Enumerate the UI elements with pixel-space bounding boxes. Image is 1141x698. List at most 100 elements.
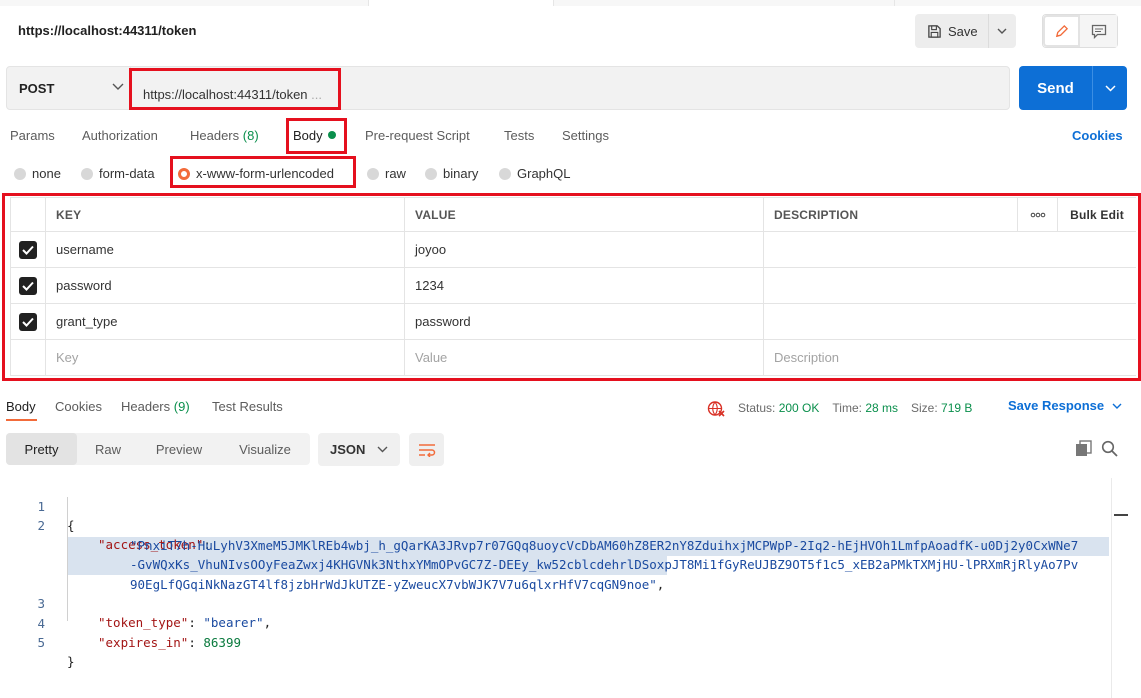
key-cell[interactable]: password — [46, 268, 405, 303]
value-placeholder: Value — [415, 350, 448, 365]
value-cell[interactable]: password — [405, 304, 764, 339]
value-cell[interactable]: joyoo — [405, 232, 764, 267]
size-label: Size: — [911, 401, 938, 415]
radio-circle-selected — [178, 167, 190, 180]
row-checkbox-cell — [10, 304, 46, 339]
json-string: 90EgLfQGqiNkNazGT4lf8jzbHrWdJkUTZE-yZweu… — [130, 577, 657, 592]
tab-headers[interactable]: Headers (8) — [190, 128, 259, 143]
tab-params[interactable]: Params — [10, 128, 55, 143]
view-tab-preview[interactable]: Preview — [140, 433, 218, 465]
json-string: -GvWQxKs_VhuNIvsOOyFeaZwxj4KHGVNk3NthxYM… — [130, 557, 1079, 572]
table-row: grant_type password — [10, 304, 1136, 340]
description-placeholder: Description — [774, 350, 840, 365]
tab-body-label: Body — [293, 128, 323, 143]
wrap-lines-icon — [418, 443, 435, 457]
response-tab-test-results[interactable]: Test Results — [212, 399, 283, 414]
cookies-link[interactable]: Cookies — [1072, 128, 1123, 143]
more-options-button[interactable] — [1018, 198, 1058, 231]
row-checkbox[interactable] — [19, 312, 37, 331]
tab-authorization[interactable]: Authorization — [82, 128, 158, 143]
format-select[interactable]: JSON — [318, 433, 400, 466]
url-value: https://localhost:44311/token — [143, 87, 308, 102]
request-title[interactable]: https://localhost:44311/token — [18, 23, 196, 38]
params-table: KEY VALUE DESCRIPTION Bulk Edit username… — [10, 197, 1136, 376]
status-value[interactable]: 200 OK — [779, 401, 820, 415]
row-checkbox[interactable] — [19, 276, 37, 295]
key-cell[interactable]: username — [46, 232, 405, 267]
time-value[interactable]: 28 ms — [865, 401, 898, 415]
editor-scrollbar[interactable] — [1111, 478, 1129, 698]
top-tab-strip — [0, 0, 1141, 6]
radio-circle — [367, 167, 379, 180]
edit-mode-button[interactable] — [1043, 15, 1081, 47]
status-label: Status: — [738, 401, 776, 415]
bulk-edit-button[interactable]: Bulk Edit — [1058, 198, 1136, 231]
chevron-down-icon — [1112, 403, 1122, 409]
save-label: Save — [948, 23, 978, 39]
radio-binary-label: binary — [443, 166, 479, 181]
url-input[interactable]: https://localhost:44311/token ... — [143, 87, 322, 102]
send-button-group: Send — [1019, 66, 1127, 110]
method-select[interactable]: POST — [7, 67, 131, 109]
key-cell[interactable]: grant_type — [46, 304, 405, 339]
request-bar: POST https://localhost:44311/token ... — [6, 66, 1010, 110]
column-header-description: DESCRIPTION — [764, 198, 1018, 231]
value-cell[interactable]: 1234 — [405, 268, 764, 303]
row-checkbox-cell — [10, 268, 46, 303]
radio-raw[interactable]: raw — [367, 166, 406, 181]
json-number: 86399 — [203, 635, 242, 650]
description-cell[interactable] — [764, 304, 1136, 339]
url-ellipsis: ... — [311, 87, 323, 102]
size-value[interactable]: 719 B — [941, 401, 972, 415]
save-button[interactable]: Save — [915, 14, 989, 48]
wrap-lines-button[interactable] — [409, 433, 444, 466]
view-tab-raw[interactable]: Raw — [78, 433, 138, 465]
radio-binary[interactable]: binary — [425, 166, 478, 181]
radio-x-www-form-urlencoded[interactable]: x-www-form-urlencoded — [178, 166, 334, 181]
save-options-button[interactable] — [989, 14, 1015, 48]
description-cell[interactable] — [764, 268, 1136, 303]
chevron-down-icon — [377, 446, 388, 453]
response-view-tabs: Pretty Raw Preview Visualize — [6, 433, 310, 465]
new-description-input[interactable]: Description — [764, 340, 1136, 375]
tab-settings[interactable]: Settings — [562, 128, 609, 143]
column-header-value: VALUE — [405, 198, 764, 231]
tab-tests[interactable]: Tests — [504, 128, 534, 143]
radio-circle — [81, 167, 93, 180]
mode-toggle-group — [1042, 14, 1118, 48]
comments-button[interactable] — [1080, 15, 1117, 47]
floppy-disk-icon — [928, 24, 941, 38]
view-tab-visualize[interactable]: Visualize — [220, 433, 310, 465]
description-cell[interactable] — [764, 232, 1136, 267]
radio-form-data-label: form-data — [99, 166, 155, 181]
response-tab-cookies[interactable]: Cookies — [55, 399, 102, 414]
active-tab-underline — [6, 419, 37, 421]
code-line: 5 } — [0, 614, 74, 669]
response-tab-body[interactable]: Body — [6, 399, 36, 414]
time-label: Time: — [832, 401, 862, 415]
send-button[interactable]: Send — [1019, 66, 1093, 110]
json-string: "PnxiT7h-HuLyhV3XmeM5JMKlREb4wbj_h_gQarK… — [130, 538, 1079, 553]
response-tab-headers[interactable]: Headers (9) — [121, 399, 190, 414]
header-checkbox-cell — [10, 198, 46, 231]
tab-body[interactable]: Body — [293, 128, 336, 143]
save-response-button[interactable]: Save Response — [1008, 398, 1122, 413]
table-header-row: KEY VALUE DESCRIPTION Bulk Edit — [10, 198, 1136, 232]
search-icon[interactable] — [1101, 440, 1118, 457]
radio-circle — [425, 167, 437, 180]
radio-form-data[interactable]: form-data — [81, 166, 155, 181]
check-icon — [22, 281, 34, 291]
active-tab-edge — [368, 0, 554, 6]
code-line: 4 "expires_in": 86399 — [0, 595, 241, 650]
line-number: 5 — [37, 635, 45, 650]
radio-graphql[interactable]: GraphQL — [499, 166, 570, 181]
new-value-input[interactable]: Value — [405, 340, 764, 375]
new-key-input[interactable]: Key — [46, 340, 405, 375]
radio-raw-label: raw — [385, 166, 406, 181]
tab-pre-request-script[interactable]: Pre-request Script — [365, 128, 470, 143]
view-tab-pretty[interactable]: Pretty — [6, 433, 77, 465]
radio-none[interactable]: none — [14, 166, 61, 181]
row-checkbox[interactable] — [19, 240, 37, 259]
send-options-button[interactable] — [1093, 66, 1127, 110]
copy-icon[interactable] — [1075, 440, 1092, 457]
